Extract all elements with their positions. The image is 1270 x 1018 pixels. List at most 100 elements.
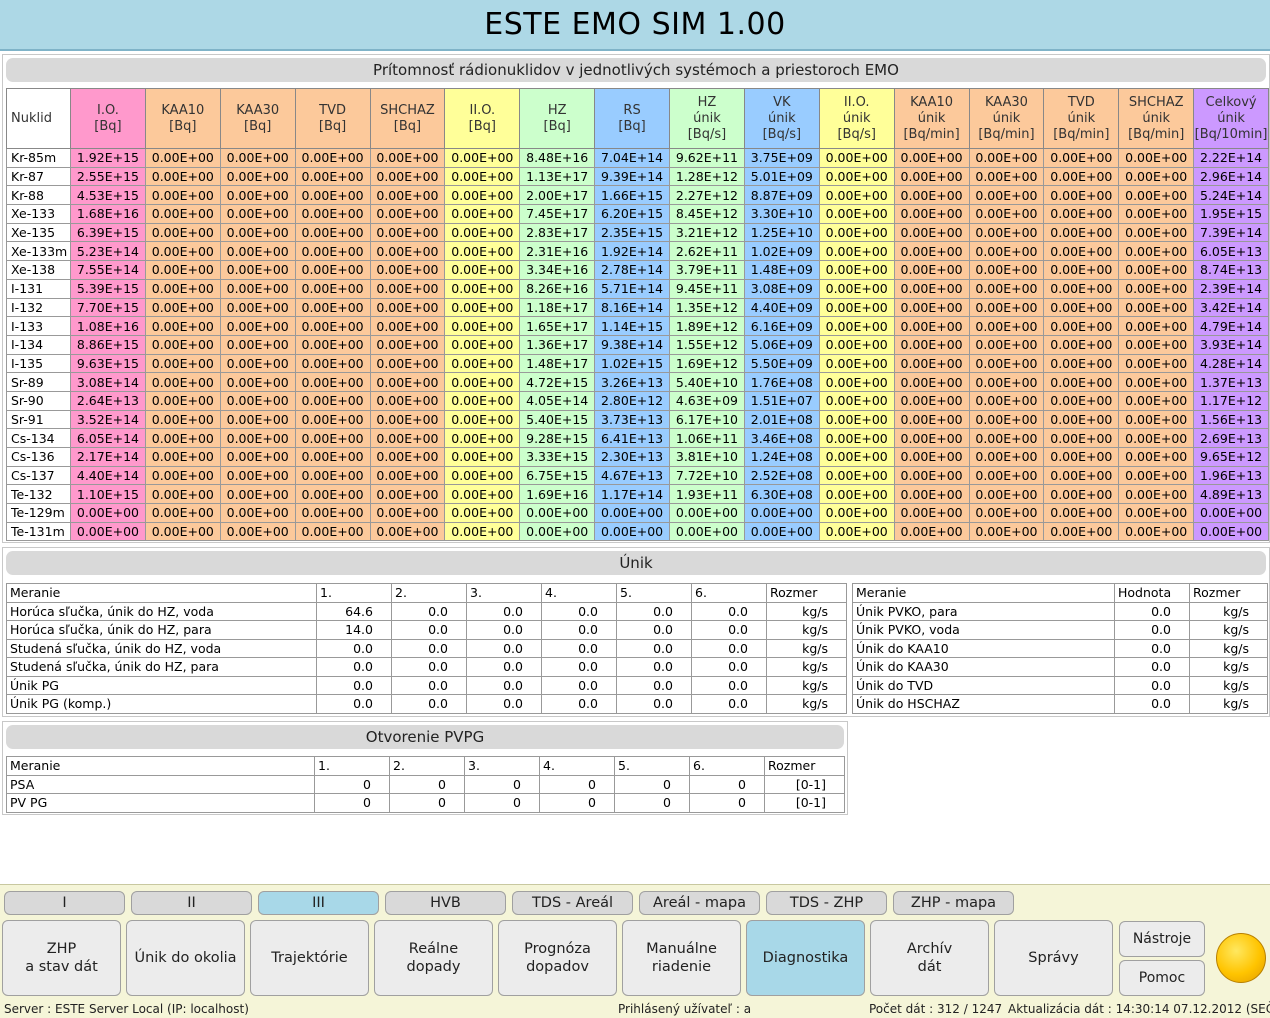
table-cell: 0.00E+00 (818, 484, 895, 505)
tab-iii[interactable]: III (258, 891, 379, 915)
nuclide-name: Xe-133 (6, 204, 71, 224)
table-cell: 0.00E+00 (144, 204, 221, 224)
unit-cell: [0-1] (764, 793, 845, 813)
measure-name: Únik do KAA10 (852, 638, 1115, 658)
table-cell: 0.00E+00 (219, 260, 296, 280)
table-cell: 0.00E+00 (444, 484, 521, 505)
col-header: 1. (316, 583, 392, 603)
table-row: Únik PVKO, voda 0.0 kg/s (852, 620, 1268, 640)
table-cell: 0.00E+00 (1043, 428, 1120, 448)
table-cell: 9.39E+14 (594, 166, 670, 187)
table-cell: 8.74E+13 (1193, 260, 1269, 280)
unit-cell: kg/s (766, 620, 847, 640)
table-cell: 0.00E+00 (1118, 278, 1195, 299)
table-cell: 0.00E+00 (893, 297, 970, 318)
table-cell: 4.28E+14 (1193, 353, 1269, 374)
status-count: Počet dát : 312 / 1247 (869, 1002, 1003, 1016)
table-cell: 0.00E+00 (219, 297, 296, 318)
table-cell: 0.00E+00 (893, 241, 970, 262)
unit-cell: kg/s (1189, 601, 1268, 621)
menu-button[interactable]: Manuálne riadenie (622, 920, 741, 996)
table-cell: 0.00E+00 (219, 372, 296, 392)
table-cell: 0 (464, 774, 540, 794)
tab-hvb[interactable]: HVB (385, 891, 506, 915)
table-cell: 0.00E+00 (968, 484, 1045, 505)
table-row: Horúca sľučka, únik do HZ, voda 64.6 0.0 0.… (6, 601, 847, 621)
table-row: Únik PG (komp.) 0.0 0.0 0.0 0.0 0.0 0.0 kg/s (6, 694, 847, 714)
presence-header: Prítomnosť rádionuklidov v jednotlivých … (6, 58, 1266, 82)
table-cell: 7.70E+15 (70, 297, 146, 318)
col-header: 1. (314, 756, 390, 776)
table-cell: 4.67E+13 (594, 465, 670, 486)
table-cell: 0.00E+00 (294, 297, 371, 318)
table-cell: 0.00E+00 (893, 316, 970, 336)
tools-button[interactable]: Nástroje (1119, 921, 1205, 957)
table-row: PSA 0 0 0 0 0 0 [0-1] (6, 774, 845, 794)
col-header: 5. (614, 756, 690, 776)
table-cell: 0.00E+00 (444, 503, 521, 523)
table-cell: 0.00E+00 (144, 222, 221, 243)
table-cell: 0.00E+00 (1043, 241, 1120, 262)
table-cell: 0.00E+00 (893, 372, 970, 392)
menu-button[interactable]: Diagnostika (746, 920, 865, 996)
table-cell: 3.08E+14 (70, 372, 146, 392)
table-cell: 9.28E+15 (519, 428, 596, 448)
table-cell: 7.39E+14 (1193, 222, 1269, 243)
table-cell: 0.0 (541, 638, 617, 658)
table-cell: 0.00E+00 (968, 465, 1045, 486)
table-cell: 0.00E+00 (294, 428, 371, 448)
status-bar: Server : ESTE Server Local (IP: localhos… (0, 1002, 1270, 1018)
table-cell: 0.00E+00 (669, 503, 745, 523)
tab-tds-are-l[interactable]: TDS - Areál (512, 891, 633, 915)
menu-button[interactable]: Archív dát (870, 920, 989, 996)
menu-button[interactable]: ZHP a stav dát (2, 920, 121, 996)
nuclide-name: I-134 (6, 334, 71, 355)
tab-ii[interactable]: II (131, 891, 252, 915)
col-header: 3. (464, 756, 540, 776)
menu-button[interactable]: Správy (994, 920, 1113, 996)
table-cell: 0.0 (1114, 694, 1190, 714)
menu-button[interactable]: Reálne dopady (374, 920, 493, 996)
table-cell: 0.00E+00 (818, 241, 895, 262)
menu-button[interactable]: Prognóza dopadov (498, 920, 617, 996)
table-cell: 0.00E+00 (369, 521, 446, 542)
nuclide-name: Xe-133m (6, 241, 71, 262)
tab-zhp-mapa[interactable]: ZHP - mapa (893, 891, 1014, 915)
table-cell: 0.00E+00 (519, 503, 596, 523)
table-cell: 0.00E+00 (294, 409, 371, 430)
table-cell: 0.0 (466, 620, 542, 640)
col-header: Meranie (6, 756, 315, 776)
col-header-nuklid: Nuklid (6, 88, 71, 149)
table-cell: 4.05E+14 (519, 390, 596, 411)
menu-button[interactable]: Únik do okolia (126, 920, 245, 996)
nuclide-name: Cs-134 (6, 428, 71, 448)
measure-name: Únik PVKO, voda (852, 620, 1115, 640)
table-cell: 0.00E+00 (444, 166, 521, 187)
status-server: Server : ESTE Server Local (IP: localhos… (4, 1002, 249, 1016)
tab-i[interactable]: I (4, 891, 125, 915)
table-cell: 8.48E+16 (519, 148, 596, 168)
col-header: 4. (541, 583, 617, 603)
table-cell: 0.00E+00 (968, 334, 1045, 355)
table-row: Xe-133 1.68E+16 0.00E+00 0.00E+00 0.00E+00 0.… (6, 204, 1269, 224)
table-cell: 2.00E+17 (519, 185, 596, 206)
table-cell: 0.00E+00 (1043, 166, 1120, 187)
tab-are-l-mapa[interactable]: Areál - mapa (639, 891, 760, 915)
help-button[interactable]: Pomoc (1119, 960, 1205, 996)
table-cell: 0.00E+00 (1118, 353, 1195, 374)
table-cell: 0.00E+00 (893, 390, 970, 411)
table-cell: 0.00E+00 (893, 503, 970, 523)
table-cell: 1.68E+16 (70, 204, 146, 224)
menu-button[interactable]: Trajektórie (250, 920, 369, 996)
table-cell: 4.40E+14 (70, 465, 146, 486)
table-cell: 1.14E+15 (594, 316, 670, 336)
col-header: Meranie (6, 583, 317, 603)
nuclide-name: Xe-135 (6, 222, 71, 243)
table-cell: 1.66E+15 (594, 185, 670, 206)
table-cell: 2.62E+11 (669, 241, 745, 262)
tab-tds-zhp[interactable]: TDS - ZHP (766, 891, 887, 915)
table-cell: 0 (689, 774, 765, 794)
table-cell: 0.00E+00 (1118, 447, 1195, 467)
nuclide-name: Kr-88 (6, 185, 71, 206)
table-cell: 0.00E+00 (818, 166, 895, 187)
